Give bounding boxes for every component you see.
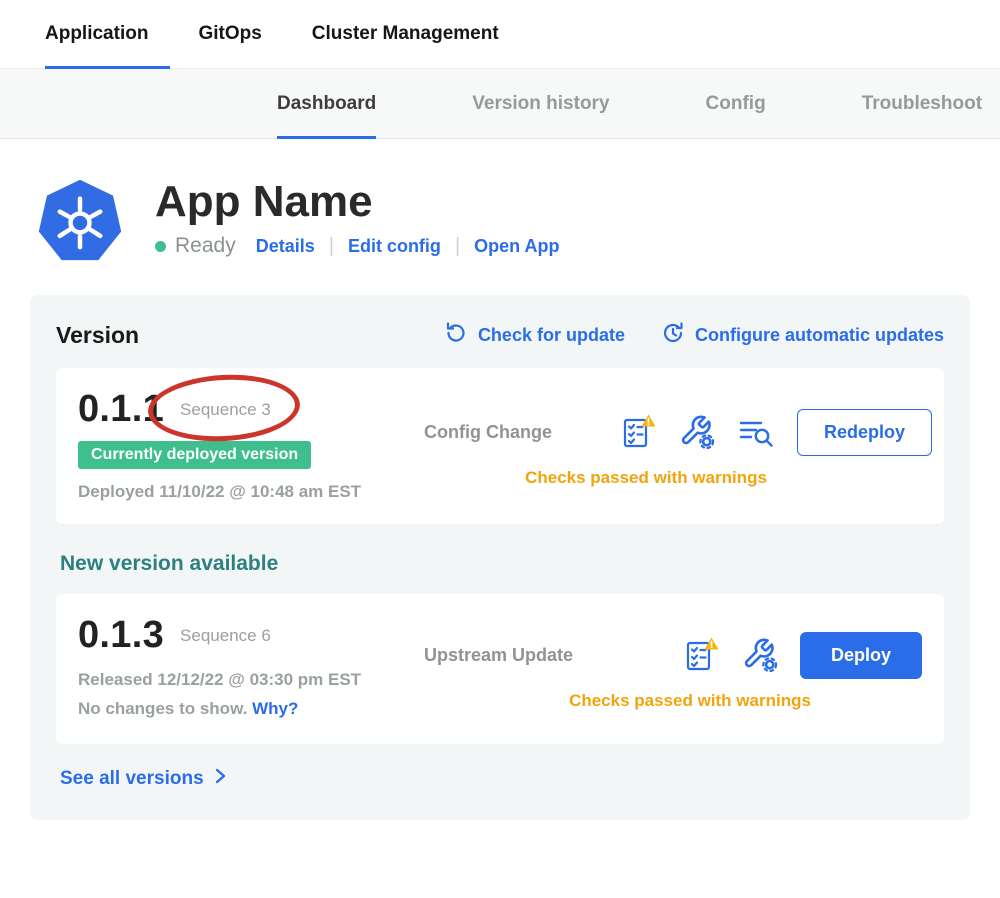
kubernetes-logo [35, 177, 125, 267]
tab-cluster-management[interactable]: Cluster Management [312, 0, 499, 68]
current-sequence-label: Sequence 3 [180, 400, 271, 419]
version-heading: Version [56, 322, 139, 349]
redeploy-button[interactable]: Redeploy [797, 409, 932, 456]
tab-troubleshoot-label: Troubleshoot [862, 93, 982, 115]
check-for-update-link[interactable]: Check for update [444, 321, 625, 350]
tab-dashboard[interactable]: Dashboard [277, 69, 376, 138]
no-changes-text: No changes to show. [78, 699, 247, 718]
check-for-update-label: Check for update [478, 325, 625, 346]
current-version-number: 0.1.1 [78, 388, 164, 431]
no-changes-row: No changes to show. Why? [78, 699, 408, 719]
deploy-button[interactable]: Deploy [800, 632, 922, 679]
version-actions: Check for update Configure automatic upd… [444, 321, 944, 350]
auto-update-clock-icon [661, 321, 685, 350]
tab-version-history-label: Version history [472, 93, 609, 115]
see-all-versions-link[interactable]: See all versions [60, 768, 227, 790]
preflight-icons-new [682, 636, 778, 674]
tab-dashboard-label: Dashboard [277, 93, 376, 115]
new-version-card: 0.1.3 Sequence 6 Released 12/12/22 @ 03:… [56, 594, 944, 744]
checks-status-current: Checks passed with warnings [408, 468, 932, 488]
checklist-warning-icon[interactable] [682, 636, 720, 674]
tab-version-history[interactable]: Version history [472, 69, 609, 138]
new-version-number: 0.1.3 [78, 614, 164, 657]
preflight-icons [619, 413, 775, 451]
new-version-heading: New version available [60, 552, 944, 576]
checklist-warning-icon[interactable] [619, 413, 657, 451]
change-type-label: Config Change [424, 422, 619, 443]
version-panel-header: Version Check for update [56, 321, 944, 350]
version-panel: Version Check for update [30, 295, 970, 820]
why-link[interactable]: Why? [252, 699, 298, 718]
app-sub-nav: Dashboard Version history Config Trouble… [0, 69, 1000, 139]
current-version-sequence: Sequence 3 [180, 400, 271, 420]
tab-troubleshoot[interactable]: Troubleshoot [862, 69, 982, 138]
configure-automatic-updates-label: Configure automatic updates [695, 325, 944, 346]
new-version-sequence: Sequence 6 [180, 626, 271, 646]
tab-config[interactable]: Config [706, 69, 766, 138]
current-version-card: 0.1.1 Sequence 3 Currently deployed vers… [56, 368, 944, 524]
chevron-right-icon [213, 768, 227, 790]
status-row: Ready Details | Edit config | Open App [155, 234, 559, 258]
current-version-action-row: Config Change [408, 409, 932, 456]
deployed-date-text: Deployed 11/10/22 @ 10:48 am EST [78, 482, 408, 502]
currently-deployed-badge: Currently deployed version [78, 441, 311, 469]
link-separator: | [329, 235, 334, 258]
new-sequence-label: Sequence 6 [180, 626, 271, 645]
tab-config-label: Config [706, 93, 766, 115]
current-version-row: 0.1.1 Sequence 3 [78, 388, 408, 431]
new-version-info: 0.1.3 Sequence 6 Released 12/12/22 @ 03:… [78, 614, 408, 722]
new-version-actions: Upstream Update [408, 620, 922, 722]
new-version-row: 0.1.3 Sequence 6 [78, 614, 408, 657]
tab-application-label: Application [45, 23, 148, 45]
page-title: App Name [155, 179, 559, 225]
current-version-actions: Config Change [408, 394, 932, 502]
details-link[interactable]: Details [256, 236, 315, 257]
wrench-gear-icon[interactable] [742, 637, 778, 673]
released-date-text: Released 12/12/22 @ 03:30 pm EST [78, 670, 408, 690]
tab-cluster-management-label: Cluster Management [312, 23, 499, 45]
primary-nav: Application GitOps Cluster Management [0, 0, 1000, 69]
diff-search-icon[interactable] [737, 415, 775, 449]
app-header-info: App Name Ready Details | Edit config | O… [155, 177, 559, 267]
configure-automatic-updates-link[interactable]: Configure automatic updates [661, 321, 944, 350]
tab-gitops-label: GitOps [198, 23, 261, 45]
see-all-versions-label: See all versions [60, 768, 204, 790]
refresh-icon [444, 321, 468, 350]
tab-gitops[interactable]: GitOps [198, 0, 261, 68]
open-app-link[interactable]: Open App [474, 236, 559, 257]
wrench-gear-icon[interactable] [679, 414, 715, 450]
edit-config-link[interactable]: Edit config [348, 236, 441, 257]
app-header: App Name Ready Details | Edit config | O… [0, 139, 1000, 267]
tab-application[interactable]: Application [45, 0, 148, 68]
link-separator: | [455, 235, 460, 258]
current-version-info: 0.1.1 Sequence 3 Currently deployed vers… [78, 388, 408, 502]
status-text: Ready [175, 234, 236, 258]
new-version-action-row: Upstream Update [408, 632, 922, 679]
app-page: Application GitOps Cluster Management Da… [0, 0, 1000, 898]
upstream-update-label: Upstream Update [424, 645, 619, 666]
checks-status-new: Checks passed with warnings [408, 691, 922, 711]
status-dot [155, 241, 166, 252]
